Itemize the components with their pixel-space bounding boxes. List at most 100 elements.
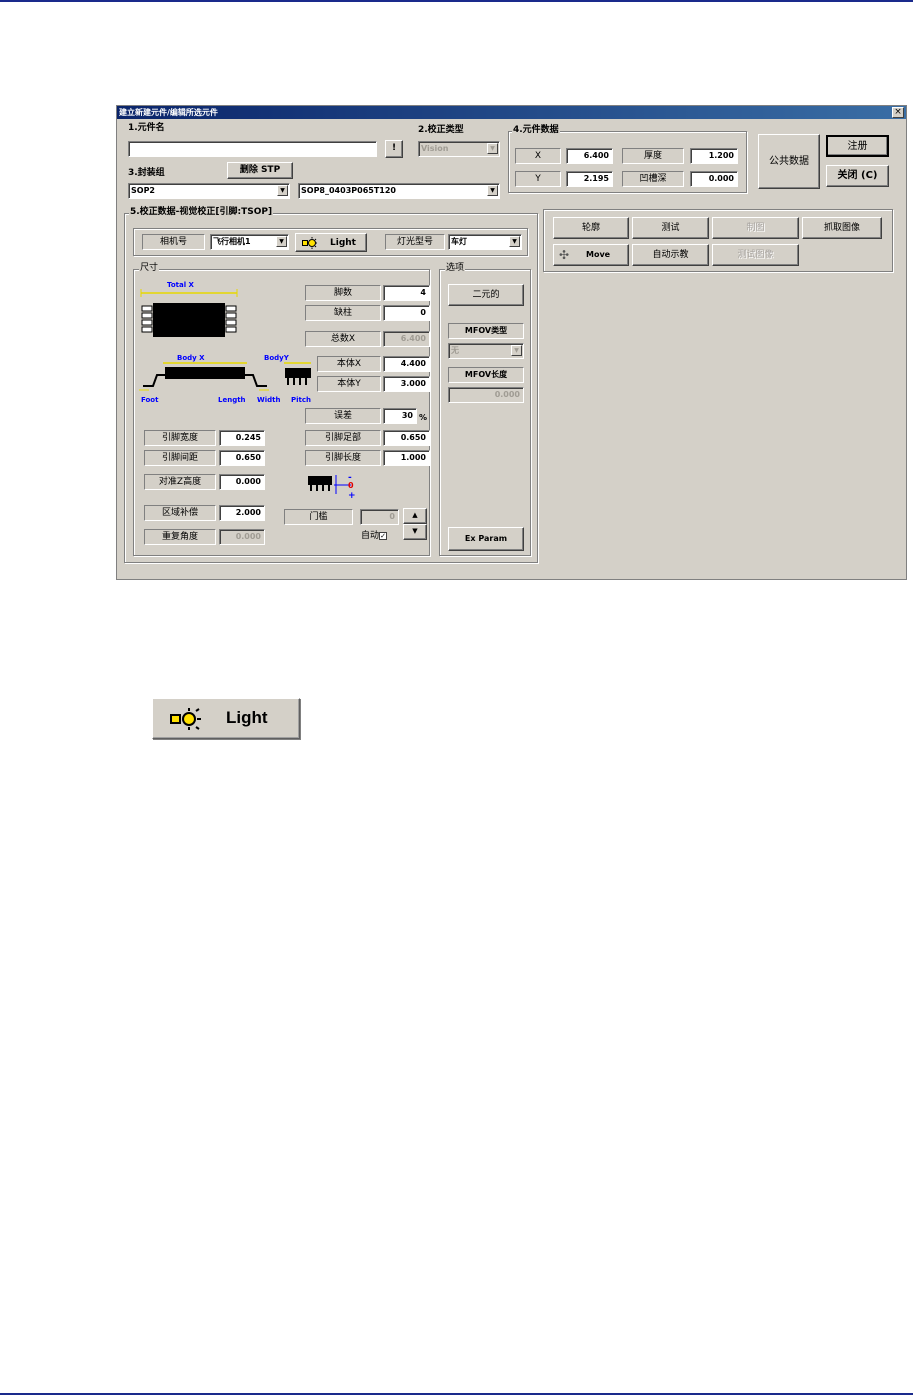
chevron-down-icon: ▼ <box>509 236 520 247</box>
y-input[interactable]: 2.195 <box>566 171 613 187</box>
component-name-input[interactable] <box>128 141 377 157</box>
contour-button[interactable]: 轮廓 <box>553 217 629 239</box>
total-x-label: 总数X <box>305 331 381 347</box>
common-data-button[interactable]: 公共数据 <box>758 134 820 189</box>
section5-label: 5.校正数据-视觉校正[引脚:TSOP] <box>129 207 274 218</box>
camera-select[interactable]: 飞行相机1 ▼ <box>210 234 289 250</box>
body-y-label: 本体Y <box>317 376 381 392</box>
checkbox-checked-icon: ✓ <box>379 531 388 540</box>
zone-comp-input[interactable]: 2.000 <box>219 505 265 521</box>
align-z-input[interactable]: 0.000 <box>219 474 265 490</box>
auto-teach-button[interactable]: 自动示教 <box>632 244 709 266</box>
mfov-type-value: 无 <box>451 346 459 355</box>
light-type-label: 灯光型号 <box>385 234 445 250</box>
section3-label: 3.封装组 <box>128 168 165 178</box>
mfov-type-select[interactable]: 无 ▼ <box>448 343 524 359</box>
chevron-down-icon: ▼ <box>487 185 498 196</box>
pitch-caption: Pitch <box>291 396 312 404</box>
tolerance-input[interactable]: 30 <box>383 408 417 424</box>
x-input[interactable]: 6.400 <box>566 148 613 164</box>
delete-stp-button[interactable]: 删除 STP <box>227 162 293 179</box>
package-group-value: SOP2 <box>131 186 155 195</box>
package-group-select[interactable]: SOP2 ▼ <box>128 183 290 199</box>
enlarged-light-label: Light <box>226 708 268 727</box>
info-button[interactable]: ! <box>385 140 403 158</box>
light-button[interactable]: Light <box>295 233 367 252</box>
body-x-label: 本体X <box>317 356 381 372</box>
y-label: Y <box>515 171 561 187</box>
z-plus: + <box>348 491 356 501</box>
section4-label: 4.元件数据 <box>512 125 560 136</box>
package-name-select[interactable]: SOP8_0403P065T120 ▼ <box>298 183 500 199</box>
threshold-up-button[interactable]: ▲ <box>403 508 427 524</box>
test-button[interactable]: 测试 <box>632 217 709 239</box>
body-y-input[interactable]: 3.000 <box>383 376 430 392</box>
auto-label: 自动 <box>361 531 380 541</box>
move-label: Move <box>586 250 611 259</box>
close-icon[interactable]: × <box>892 107 904 118</box>
lead-pitch-input[interactable]: 0.650 <box>219 450 265 466</box>
thickness-input[interactable]: 1.200 <box>690 148 738 164</box>
align-z-label: 对准Z高度 <box>144 474 216 490</box>
lead-count-label: 脚数 <box>305 285 381 301</box>
move-button[interactable]: ✣ Move <box>553 244 629 266</box>
light-type-value: 车灯 <box>451 237 467 246</box>
mfov-length-input[interactable]: 0.000 <box>448 387 524 403</box>
ex-param-button[interactable]: Ex Param <box>448 527 524 551</box>
threshold-label: 门槛 <box>284 509 353 525</box>
options-group-label: 选项 <box>445 263 466 274</box>
lead-width-input[interactable]: 0.245 <box>219 430 265 446</box>
drawing-button[interactable]: 制图 <box>712 217 799 239</box>
mfov-type-label: MFOV类型 <box>448 323 524 339</box>
lightbulb-icon <box>170 708 201 730</box>
camera-label: 相机号 <box>142 234 205 250</box>
dimension-group-label: 尺寸 <box>139 263 160 274</box>
component-dialog: 建立新建元件/编辑所选元件 × 1.元件名 ! 2.校正类型 Vision ▼ … <box>116 105 907 580</box>
width-caption: Width <box>257 396 281 404</box>
lead-count-input[interactable]: 4 <box>383 285 430 301</box>
page-bottom-rule <box>0 1393 913 1395</box>
test-image-button[interactable]: 测试图像 <box>712 244 799 266</box>
groove-input[interactable]: 0.000 <box>690 171 738 187</box>
chevron-down-icon: ▼ <box>277 185 288 196</box>
capture-image-button[interactable]: 抓取图像 <box>802 217 882 239</box>
zone-comp-label: 区域补偿 <box>144 505 216 521</box>
lead-foot-label: 引脚足部 <box>305 430 381 446</box>
close-button[interactable]: 关闭 (C) <box>826 165 889 187</box>
chevron-down-icon: ▼ <box>511 345 522 356</box>
camera-value: 飞行相机1 <box>213 237 251 246</box>
light-type-select[interactable]: 车灯 ▼ <box>448 234 522 250</box>
lead-length-label: 引脚长度 <box>305 450 381 466</box>
enlarged-light-button[interactable]: Light <box>152 698 300 739</box>
calibration-type-value: Vision <box>421 144 449 153</box>
chevron-down-icon: ▼ <box>276 236 287 247</box>
threshold-input[interactable]: 0 <box>360 509 399 525</box>
calibration-type-select[interactable]: Vision ▼ <box>418 141 500 157</box>
repeat-angle-input[interactable]: 0.000 <box>219 529 265 545</box>
total-x-input[interactable]: 6.400 <box>383 331 430 347</box>
section2-label: 2.校正类型 <box>418 125 464 135</box>
length-caption: Length <box>218 396 246 404</box>
missing-lead-input[interactable]: 0 <box>383 305 430 321</box>
package-side-diagram <box>139 362 311 391</box>
threshold-down-button[interactable]: ▼ <box>403 524 427 540</box>
x-label: X <box>515 148 561 164</box>
lead-pitch-label: 引脚间距 <box>144 450 216 466</box>
mfov-length-label: MFOV长度 <box>448 367 524 383</box>
lead-foot-input[interactable]: 0.650 <box>383 430 430 446</box>
section1-label: 1.元件名 <box>128 123 165 133</box>
lead-length-input[interactable]: 1.000 <box>383 450 430 466</box>
binary-button[interactable]: 二元的 <box>448 284 524 306</box>
package-name-value: SOP8_0403P065T120 <box>301 186 396 195</box>
options-group <box>439 269 531 556</box>
register-button[interactable]: 注册 <box>826 135 889 157</box>
auto-checkbox[interactable]: 自动✓ <box>361 530 388 542</box>
dialog-title: 建立新建元件/编辑所选元件 <box>117 106 906 119</box>
repeat-angle-label: 重复角度 <box>144 529 216 545</box>
body-x-input[interactable]: 4.400 <box>383 356 430 372</box>
groove-label: 凹槽深 <box>622 171 684 187</box>
missing-lead-label: 缺柱 <box>305 305 381 321</box>
move-icon: ✣ <box>559 248 570 262</box>
package-top-diagram <box>140 289 238 337</box>
lightbulb-icon <box>302 237 317 249</box>
